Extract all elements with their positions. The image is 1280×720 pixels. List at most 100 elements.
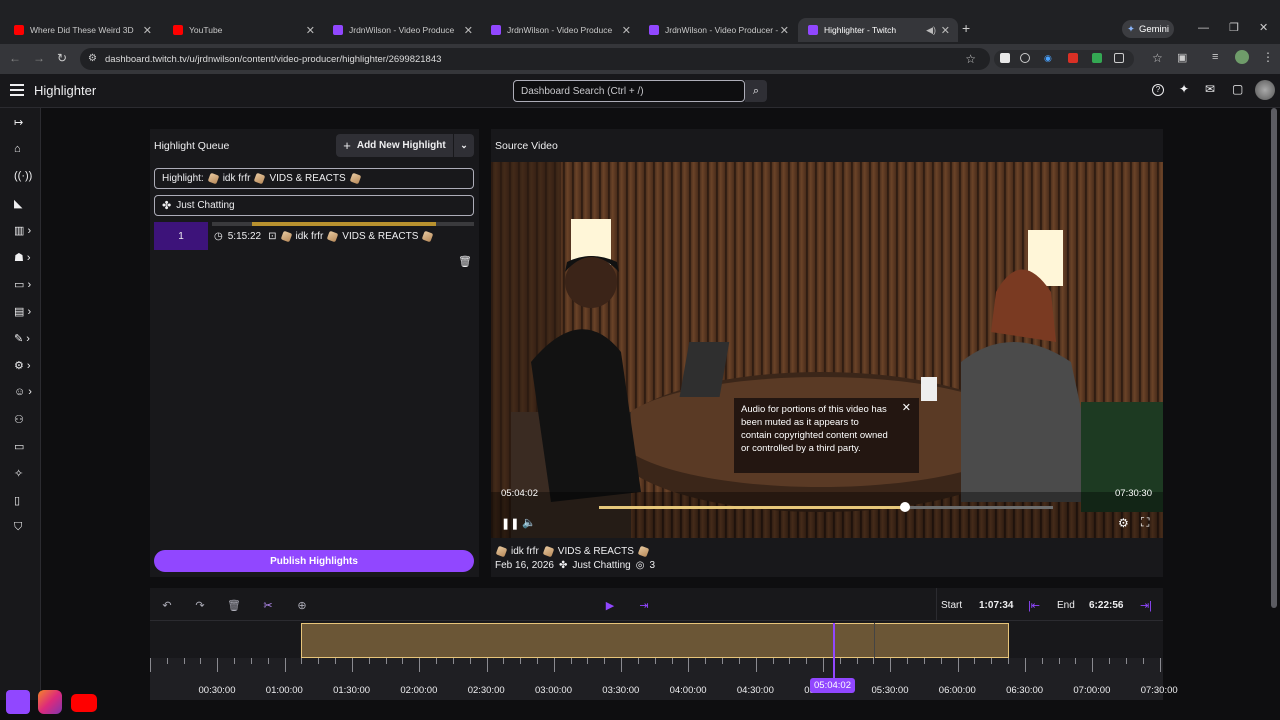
add-new-highlight-button[interactable]: + Add New Highlight <box>336 134 453 157</box>
scissors-icon[interactable]: ✂ <box>259 596 277 614</box>
trash-icon[interactable]: 🗑 <box>458 255 472 268</box>
playhead-line[interactable] <box>833 623 835 685</box>
monetization-icon[interactable]: ▤ › <box>14 305 36 319</box>
community-icon[interactable]: ☗ › <box>14 251 36 265</box>
reading-list-icon[interactable]: ≡ <box>1212 51 1218 63</box>
close-tab-icon[interactable]: ✕ <box>143 24 152 37</box>
browser-tab-5[interactable]: JrdnWilson - Video Producer - ✕ <box>639 18 797 42</box>
hamburger-menu-icon[interactable] <box>10 84 24 96</box>
player-settings-icon[interactable]: ⚙ <box>1118 516 1129 530</box>
browser-menu-icon[interactable]: ⋮ <box>1262 50 1274 64</box>
close-tab-icon[interactable]: ✕ <box>464 24 473 37</box>
browser-tab-6-active[interactable]: Highlighter - Twitch ◀) ✕ <box>798 18 958 42</box>
expand-nav-icon[interactable]: ↦ <box>14 116 36 130</box>
fullscreen-icon[interactable]: ⛶ <box>1141 515 1149 530</box>
twitch-icon <box>333 25 343 35</box>
creator-tools-icon[interactable]: ✎ › <box>14 332 36 346</box>
close-icon[interactable]: ✕ <box>902 402 911 415</box>
reload-icon[interactable]: ↻ <box>57 51 67 65</box>
viewer-rewards-icon[interactable]: ☺ › <box>14 386 36 400</box>
search-button[interactable]: ⌕ <box>745 80 767 102</box>
browser-tab-4[interactable]: JrdnWilson - Video Produce ✕ <box>481 18 639 42</box>
profile-avatar[interactable] <box>1235 50 1249 64</box>
browser-tab-2[interactable]: YouTube ✕ <box>163 18 323 42</box>
close-tab-icon[interactable]: ✕ <box>780 24 789 37</box>
dashboard-search-input[interactable]: Dashboard Search (Ctrl + /) <box>513 80 745 102</box>
promote-icon[interactable]: ◣ <box>14 197 36 211</box>
power-extension-icon[interactable] <box>1020 53 1030 63</box>
inbox-icon[interactable]: ✉ <box>1205 82 1215 96</box>
ruler-minor-tick <box>284 658 286 672</box>
bookmark-star-icon[interactable]: ☆ <box>965 52 976 66</box>
close-tab-icon[interactable]: ✕ <box>306 24 315 37</box>
extension-icon[interactable] <box>1092 53 1102 63</box>
site-info-icon[interactable]: ⚙ <box>88 53 97 64</box>
home-icon[interactable]: ⌂ <box>14 143 36 157</box>
whispers-icon[interactable]: ▢ <box>1232 82 1243 96</box>
extension-icon[interactable] <box>1000 53 1010 63</box>
redo-icon[interactable]: ↷ <box>191 596 209 614</box>
add-marker-icon[interactable]: ⊕ <box>293 596 311 614</box>
play-to-end-icon[interactable]: ⇥ <box>635 596 653 614</box>
safety-shield-icon[interactable]: ⛉ <box>14 521 36 535</box>
set-end-icon[interactable]: ⇥| <box>1137 596 1155 614</box>
browser-tab-3[interactable]: JrdnWilson - Video Produce ✕ <box>323 18 481 42</box>
close-tab-icon[interactable]: ✕ <box>941 24 950 37</box>
ruler-minor-tick <box>755 658 757 672</box>
volume-icon[interactable]: 🔈 <box>522 516 536 529</box>
category-input[interactable]: ✤ Just Chatting <box>154 195 474 216</box>
ruler-minor-tick <box>1142 658 1144 664</box>
gemini-button[interactable]: ✦ Gemini <box>1122 20 1174 38</box>
play-icon[interactable]: ▶ <box>601 596 619 614</box>
maximize-icon[interactable]: ❐ <box>1229 21 1239 34</box>
start-value[interactable]: 1:07:34 <box>979 600 1013 611</box>
back-icon[interactable]: ← <box>9 51 21 65</box>
analytics-icon[interactable]: ▥ › <box>14 224 36 238</box>
url-field[interactable]: ⚙ dashboard.twitch.tv/u/jrdnwilson/conte… <box>80 48 990 70</box>
twitch-app-icon[interactable] <box>6 690 30 714</box>
audio-extension-icon[interactable]: ◉ <box>1044 53 1054 63</box>
browser-tab-1[interactable]: Where Did These Weird 3D ✕ <box>4 18 160 42</box>
highlight-title-input[interactable]: Highlight: idk frfr VIDS & REACTS <box>154 168 474 189</box>
ruler-minor-tick <box>1092 658 1094 672</box>
sparkle-icon[interactable]: ✦ <box>1179 82 1189 96</box>
content-icon[interactable]: ▭ › <box>14 278 36 292</box>
broadcast-icon[interactable]: ((·)) <box>14 170 36 184</box>
window-close-icon[interactable]: ✕ <box>1259 21 1268 34</box>
queue-item[interactable]: 1 ◷ 5:15:22 ⊡ idk frfr VIDS & REACTS <box>154 222 474 250</box>
guide-book-icon[interactable]: ▯ <box>14 494 36 508</box>
help-icon[interactable]: ? <box>1152 84 1164 96</box>
seek-handle[interactable] <box>899 502 910 512</box>
audio-icon[interactable]: ◀) <box>926 25 936 36</box>
forward-icon[interactable]: → <box>33 51 45 65</box>
add-highlight-dropdown[interactable]: ⌄ <box>454 134 474 157</box>
publish-highlights-button[interactable]: Publish Highlights <box>154 550 474 572</box>
seek-bar[interactable] <box>599 502 1053 512</box>
end-value[interactable]: 6:22:56 <box>1089 600 1123 611</box>
new-tab-icon[interactable]: + <box>962 20 970 36</box>
set-start-icon[interactable]: |⇤ <box>1025 596 1043 614</box>
minimize-icon[interactable]: — <box>1198 22 1209 34</box>
video-meta-info: Feb 16, 2026 ✤ Just Chatting ◎ 3 <box>495 560 655 571</box>
ruler-minor-tick <box>536 658 538 664</box>
youtube-app-icon[interactable] <box>71 694 97 712</box>
instagram-app-icon[interactable] <box>38 690 62 714</box>
highlight-clip-region[interactable] <box>301 623 1009 658</box>
seek-bar-fill <box>599 506 905 509</box>
pause-icon[interactable]: ❚❚ <box>501 517 519 530</box>
puzzle-icon[interactable] <box>1114 53 1124 63</box>
add-user-icon[interactable]: ⚇ <box>14 413 36 427</box>
extension-icon[interactable] <box>1068 53 1078 63</box>
video-icon[interactable]: ▭ <box>14 440 36 454</box>
settings-icon[interactable]: ⚙ › <box>14 359 36 373</box>
bookmarks-icon[interactable]: ☆ <box>1152 51 1163 65</box>
user-avatar[interactable] <box>1255 80 1275 100</box>
emote-icon <box>207 172 219 185</box>
sidepanel-icon[interactable]: ▣ <box>1177 51 1187 64</box>
delete-icon[interactable]: 🗑 <box>225 596 243 614</box>
extensions-icon[interactable]: ✧ <box>14 467 36 481</box>
video-player[interactable]: Audio for portions of this video has bee… <box>491 162 1163 538</box>
close-tab-icon[interactable]: ✕ <box>622 24 631 37</box>
undo-icon[interactable]: ↶ <box>158 596 176 614</box>
page-scrollbar[interactable] <box>1271 108 1277 688</box>
